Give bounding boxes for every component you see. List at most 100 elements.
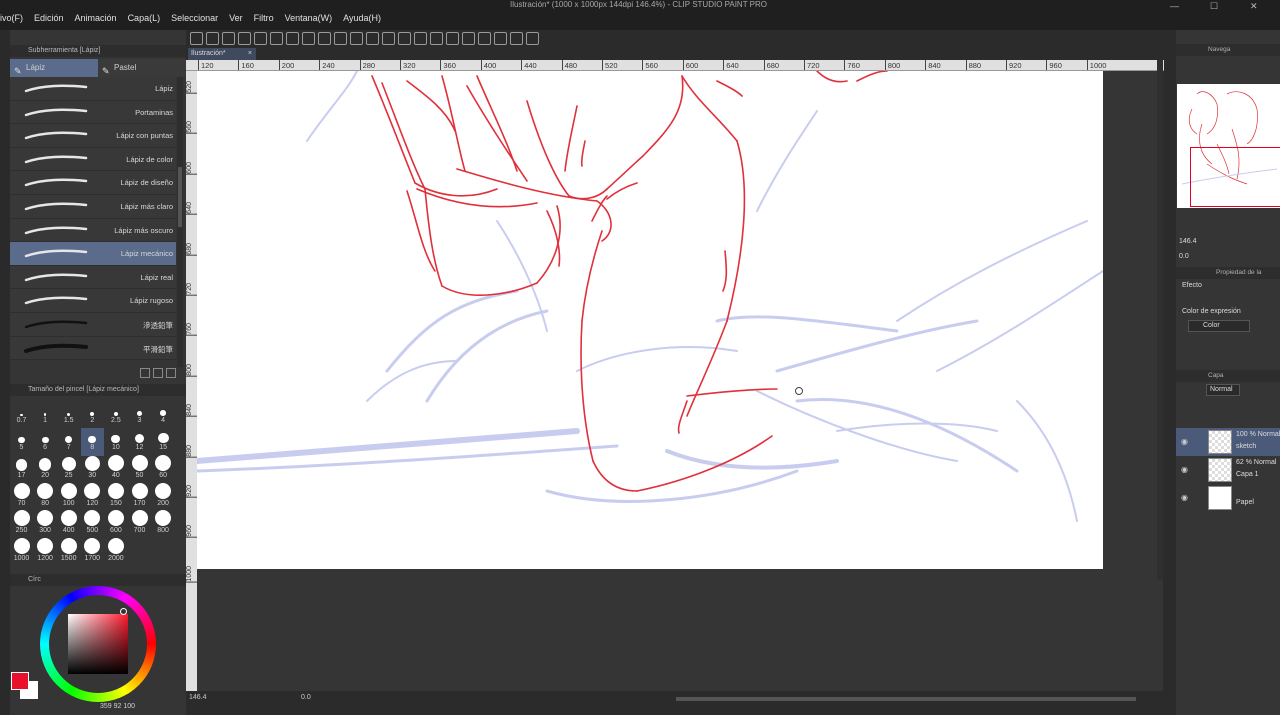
command-icon[interactable] — [270, 32, 283, 45]
brush-item[interactable]: 滲透鉛筆 — [10, 312, 176, 337]
blend-mode-dropdown[interactable]: Normal — [1206, 384, 1240, 396]
command-icon[interactable] — [206, 32, 219, 45]
command-icon[interactable] — [286, 32, 299, 45]
brush-size-option[interactable]: 600 — [104, 510, 127, 538]
rotation-readout[interactable]: 0.0 — [301, 694, 311, 701]
menu-view[interactable]: Ver — [229, 13, 251, 23]
color-wheel[interactable] — [40, 586, 156, 702]
command-icon[interactable] — [382, 32, 395, 45]
command-icon[interactable] — [238, 32, 251, 45]
expression-color-dropdown[interactable]: Color — [1188, 320, 1250, 332]
brush-size-option[interactable]: 120 — [81, 482, 104, 511]
scroll-thumb[interactable] — [178, 167, 182, 227]
brush-size-option[interactable]: 500 — [81, 510, 104, 538]
brush-size-option[interactable]: 2000 — [104, 537, 127, 566]
brush-size-option[interactable]: 25 — [57, 455, 80, 483]
brush-size-option[interactable]: 1.5 — [57, 400, 80, 428]
navigator-zoom[interactable]: 146.4 — [1179, 238, 1197, 245]
menu-select[interactable]: Seleccionar — [171, 13, 226, 23]
brush-size-option[interactable]: 10 — [104, 428, 127, 456]
menu-edit[interactable]: Edición — [34, 13, 72, 23]
brush-size-option[interactable]: 5 — [10, 428, 33, 456]
brush-size-option[interactable]: 300 — [34, 510, 57, 538]
brush-item[interactable]: Lápiz real — [10, 265, 176, 290]
brush-size-option[interactable]: 7 — [57, 428, 80, 456]
brush-size-option[interactable]: 700 — [128, 510, 151, 538]
command-icon[interactable] — [478, 32, 491, 45]
layer-row[interactable]: ◉ 62 % Normal Capa 1 — [1176, 456, 1280, 484]
menu-help[interactable]: Ayuda(H) — [343, 13, 389, 23]
menu-filter[interactable]: Filtro — [254, 13, 282, 23]
brush-size-option[interactable]: 20 — [34, 455, 57, 483]
brush-item[interactable]: Portaminas — [10, 100, 176, 125]
brush-size-option[interactable]: 50 — [128, 455, 151, 483]
eye-icon[interactable]: ◉ — [1181, 493, 1188, 502]
brush-size-option[interactable]: 1500 — [57, 537, 80, 566]
command-icon[interactable] — [510, 32, 523, 45]
canvas-horizontal-scrollbar[interactable] — [676, 697, 1136, 701]
zoom-readout[interactable]: 146.4 — [189, 694, 207, 701]
menu-animation[interactable]: Animación — [75, 13, 125, 23]
brush-item[interactable]: Lápiz de diseño — [10, 171, 176, 195]
menu-window[interactable]: Ventana(W) — [285, 13, 341, 23]
brush-size-option[interactable]: 800 — [152, 510, 175, 538]
brush-size-option[interactable]: 400 — [57, 510, 80, 538]
brush-size-option[interactable]: 3 — [128, 400, 151, 428]
command-icon[interactable] — [446, 32, 459, 45]
copy-subtool-icon[interactable] — [153, 368, 163, 378]
command-icon[interactable] — [190, 32, 203, 45]
brush-size-option[interactable]: 150 — [104, 482, 127, 511]
brush-size-option[interactable]: 17 — [10, 455, 33, 483]
brush-size-option[interactable]: 2.5 — [104, 400, 127, 428]
add-subtool-icon[interactable] — [140, 368, 150, 378]
brush-list-scrollbar[interactable] — [177, 77, 183, 367]
layer-row[interactable]: ◉ 100 % Normal sketch — [1176, 428, 1280, 456]
eye-icon[interactable]: ◉ — [1181, 465, 1188, 474]
command-icon[interactable] — [302, 32, 315, 45]
command-icon[interactable] — [254, 32, 267, 45]
brush-size-option[interactable]: 100 — [57, 482, 80, 511]
brush-item[interactable]: Lápiz con puntas — [10, 124, 176, 148]
command-icon[interactable] — [222, 32, 235, 45]
command-icon[interactable] — [350, 32, 363, 45]
brush-size-option[interactable]: 80 — [34, 482, 57, 511]
navigator-rotation[interactable]: 0.0 — [1179, 253, 1189, 260]
menu-layer[interactable]: Capa(L) — [128, 13, 169, 23]
brush-item[interactable]: Lápiz más oscuro — [10, 218, 176, 243]
layer-row[interactable]: ◉ Papel — [1176, 484, 1280, 512]
tab-illustration[interactable]: Ilustración* × — [188, 48, 256, 60]
brush-size-option[interactable]: 15 — [152, 428, 175, 456]
command-icon[interactable] — [398, 32, 411, 45]
command-icon[interactable] — [494, 32, 507, 45]
brush-size-option[interactable]: 1200 — [34, 537, 57, 566]
command-icon[interactable] — [462, 32, 475, 45]
command-icon[interactable] — [414, 32, 427, 45]
saturation-value-square[interactable] — [68, 614, 128, 674]
minimize-icon[interactable]: — — [1170, 1, 1179, 11]
canvas-vertical-scrollbar[interactable] — [1157, 60, 1163, 580]
navigator-view-frame[interactable] — [1190, 147, 1280, 207]
menu-file[interactable]: ivo(F) — [0, 13, 31, 23]
brush-size-option[interactable]: 60 — [152, 455, 175, 483]
close-icon[interactable]: ✕ — [1250, 1, 1258, 12]
command-icon[interactable] — [318, 32, 331, 45]
brush-size-option[interactable]: 4 — [152, 400, 175, 428]
brush-size-option[interactable]: 1000 — [10, 537, 33, 566]
brush-item[interactable]: Lápiz más claro — [10, 194, 176, 219]
brush-size-option[interactable]: 40 — [104, 455, 127, 483]
brush-size-option[interactable]: 1700 — [81, 537, 104, 566]
brush-size-option[interactable]: 1 — [34, 400, 57, 428]
delete-subtool-icon[interactable] — [166, 368, 176, 378]
brush-item[interactable]: 平滑鉛筆 — [10, 336, 176, 361]
tab-lapiz[interactable]: ✎ Lápiz — [10, 59, 98, 77]
brush-size-option[interactable]: 0.7 — [10, 400, 33, 428]
command-icon[interactable] — [366, 32, 379, 45]
brush-size-option[interactable]: 6 — [34, 428, 57, 456]
navigator-thumbnail[interactable] — [1177, 84, 1280, 208]
brush-item[interactable]: Lápiz — [10, 77, 176, 101]
brush-size-option[interactable]: 30 — [81, 455, 104, 483]
brush-size-option[interactable]: 170 — [128, 482, 151, 511]
command-icon[interactable] — [334, 32, 347, 45]
main-color-swatch[interactable] — [11, 672, 29, 690]
drawing-canvas[interactable] — [197, 71, 1103, 569]
